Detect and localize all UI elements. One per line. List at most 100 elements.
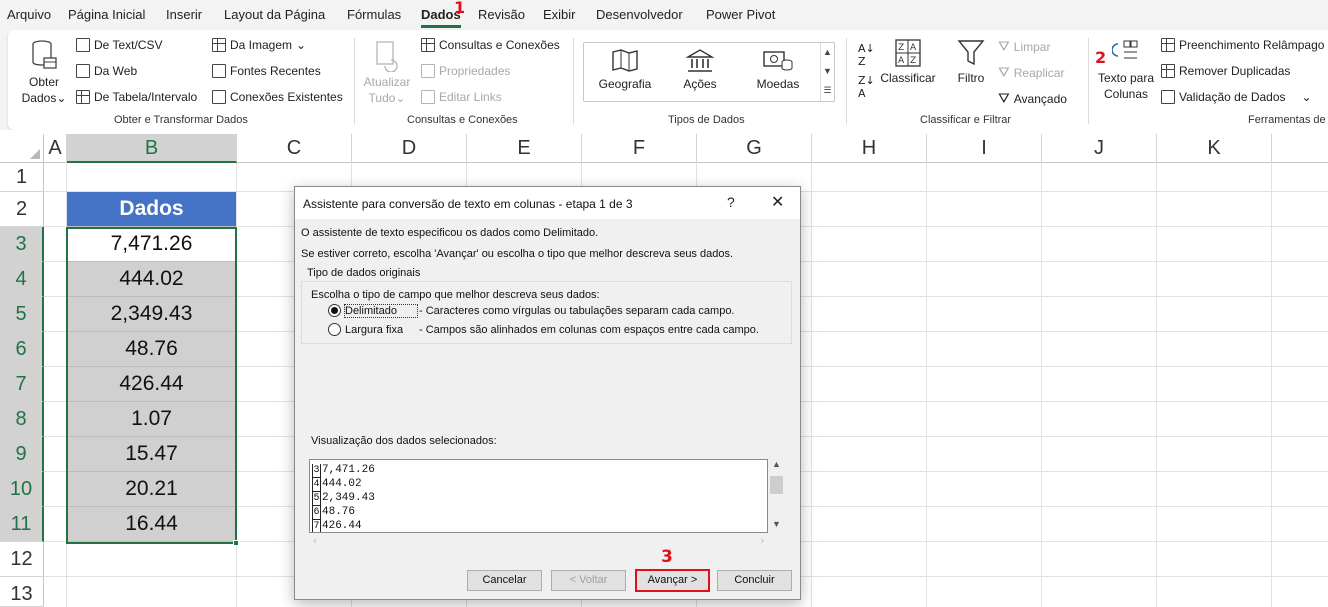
cell-b8[interactable]: 1.07 [67, 402, 236, 437]
group-separator [1088, 38, 1089, 124]
cell-b3[interactable]: 7,471.26 [67, 227, 236, 262]
scroll-right-icon[interactable]: › [760, 535, 764, 547]
cell-b4[interactable]: 444.02 [67, 262, 236, 297]
cell-b6[interactable]: 48.76 [67, 332, 236, 367]
limpar-button[interactable]: ⛛ Limpar [998, 38, 1050, 55]
row-header-8[interactable]: 8 [0, 402, 44, 437]
row-header-5[interactable]: 5 [0, 297, 44, 332]
da-web-button[interactable]: Da Web [76, 64, 137, 78]
chevron-up-icon[interactable]: ▲ [821, 43, 834, 62]
scroll-left-icon[interactable]: ‹ [313, 535, 317, 547]
geografia-label: Geografia [598, 77, 652, 91]
cell-b5[interactable]: 2,349.43 [67, 297, 236, 332]
column-header-f[interactable]: F [582, 134, 697, 163]
avancado-button[interactable]: ⛛ Avançado [998, 90, 1067, 107]
tab-arquivo[interactable]: Arquivo [7, 7, 51, 22]
row-header-12[interactable]: 12 [0, 542, 44, 577]
propriedades-button[interactable]: Propriedades [421, 64, 510, 78]
fontes-recentes-button[interactable]: Fontes Recentes [212, 64, 321, 78]
filtro-button[interactable]: Filtro [950, 38, 992, 86]
close-icon[interactable]: ✕ [771, 192, 784, 212]
data-preview[interactable]: 3 7,471.26 4 444.02 5 2,349.43 6 48.76 7 426.… [309, 459, 768, 533]
tab-layout-da-pagina[interactable]: Layout da Página [224, 7, 325, 22]
row-header-2[interactable]: 2 [0, 192, 44, 227]
more-icon[interactable]: ☰ [821, 81, 834, 100]
back-button[interactable]: < Voltar [551, 570, 626, 591]
row-header-6[interactable]: 6 [0, 332, 44, 367]
tab-exibir[interactable]: Exibir [543, 7, 576, 22]
editar-links-button[interactable]: Editar Links [421, 90, 502, 104]
preview-vertical-scrollbar[interactable]: ▲ ▼ [768, 459, 785, 533]
scroll-up-icon[interactable]: ▲ [768, 459, 785, 469]
preenchimento-relampago-button[interactable]: Preenchimento Relâmpago [1161, 38, 1324, 52]
sort-az-button[interactable]: A↓ Z [858, 42, 875, 68]
row-header-13[interactable]: 13 [0, 577, 44, 607]
tab-formulas[interactable]: Fórmulas [347, 7, 401, 22]
radio-delimitado[interactable]: Delimitado - Caracteres como vírgulas ou… [328, 303, 735, 318]
moedas-button[interactable]: Moedas [750, 48, 806, 92]
acoes-button[interactable]: Ações [672, 48, 728, 92]
preenchimento-label: Preenchimento Relâmpago [1179, 38, 1325, 52]
svg-text:A: A [910, 43, 917, 53]
radio-largura-fixa[interactable]: Largura fixa - Campos são alinhados em c… [328, 323, 759, 336]
column-header-h[interactable]: H [812, 134, 927, 163]
row-header-10[interactable]: 10 [0, 472, 44, 507]
row-header-11[interactable]: 11 [0, 507, 44, 542]
gallery-scrollbar[interactable]: ▲ ▼ ☰ [820, 43, 834, 101]
radio-unselected-icon[interactable] [328, 323, 341, 336]
row-header-1[interactable]: 1 [0, 163, 44, 192]
column-header-c[interactable]: C [237, 134, 352, 163]
de-text-csv-button[interactable]: De Text/CSV [76, 38, 162, 52]
row-header-9[interactable]: 9 [0, 437, 44, 472]
tab-inserir[interactable]: Inserir [166, 7, 202, 22]
svg-text:Z: Z [910, 56, 916, 66]
step-marker-1: 1 [454, 0, 466, 17]
dialog-title-bar[interactable]: Assistente para conversão de texto em co… [295, 187, 800, 219]
preview-horizontal-scrollbar[interactable]: ‹ › [309, 533, 768, 550]
conexoes-existentes-button[interactable]: Conexões Existentes [212, 90, 343, 104]
column-header-a[interactable]: A [44, 134, 67, 163]
select-all-corner[interactable] [0, 134, 44, 163]
sort-za-button[interactable]: Z↓ A [858, 74, 875, 100]
column-header-e[interactable]: E [467, 134, 582, 163]
scroll-down-icon[interactable]: ▼ [768, 519, 785, 529]
geografia-button[interactable]: Geografia [596, 48, 654, 92]
scroll-thumb[interactable] [770, 476, 783, 494]
radio-selected-icon[interactable] [328, 304, 341, 317]
header-cell-b2[interactable]: Dados [67, 192, 236, 227]
row-header-4[interactable]: 4 [0, 262, 44, 297]
tab-power-pivot[interactable]: Power Pivot [706, 7, 775, 22]
row-header-3[interactable]: 3 [0, 227, 44, 262]
row-header-7[interactable]: 7 [0, 367, 44, 402]
column-header-i[interactable]: I [927, 134, 1042, 163]
obter-dados-button[interactable]: Obter Dados⌄ [18, 38, 70, 106]
cell-b11[interactable]: 16.44 [67, 507, 236, 542]
cell-b10[interactable]: 20.21 [67, 472, 236, 507]
tab-revisao[interactable]: Revisão [478, 7, 525, 22]
de-tabela-button[interactable]: De Tabela/Intervalo [76, 90, 197, 104]
chevron-down-icon[interactable]: ▼ [821, 62, 834, 81]
help-button[interactable]: ? [727, 194, 735, 210]
tab-desenvolvedor[interactable]: Desenvolvedor [596, 7, 683, 22]
validacao-dados-button[interactable]: Validação de Dados ⌄ [1161, 90, 1312, 104]
cell-b9[interactable]: 15.47 [67, 437, 236, 472]
fill-handle[interactable] [233, 540, 239, 546]
column-header-d[interactable]: D [352, 134, 467, 163]
column-header-j[interactable]: J [1042, 134, 1157, 163]
tab-pagina-inicial[interactable]: Página Inicial [68, 7, 145, 22]
reaplicar-button[interactable]: ⛛ Reaplicar [998, 64, 1064, 81]
column-header-k[interactable]: K [1157, 134, 1272, 163]
texto-para-colunas-button[interactable]: Texto para Colunas [1094, 38, 1158, 102]
remover-duplicadas-button[interactable]: Remover Duplicadas [1161, 64, 1290, 78]
consultas-conexoes-button[interactable]: Consultas e Conexões [421, 38, 560, 52]
cell-b7[interactable]: 426.44 [67, 367, 236, 402]
cancel-button[interactable]: Cancelar [467, 570, 542, 591]
classificar-button[interactable]: ZA AZ Classificar [880, 38, 936, 86]
next-button[interactable]: Avançar > [635, 570, 710, 591]
column-header-b[interactable]: B [67, 134, 237, 163]
column-header-g[interactable]: G [697, 134, 812, 163]
da-imagem-button[interactable]: Da Imagem ⌄ [212, 38, 306, 52]
limpar-label: Limpar [1013, 39, 1051, 54]
finish-button[interactable]: Concluir [717, 570, 792, 591]
atualizar-tudo-button[interactable]: Atualizar Tudo⌄ [360, 38, 414, 106]
